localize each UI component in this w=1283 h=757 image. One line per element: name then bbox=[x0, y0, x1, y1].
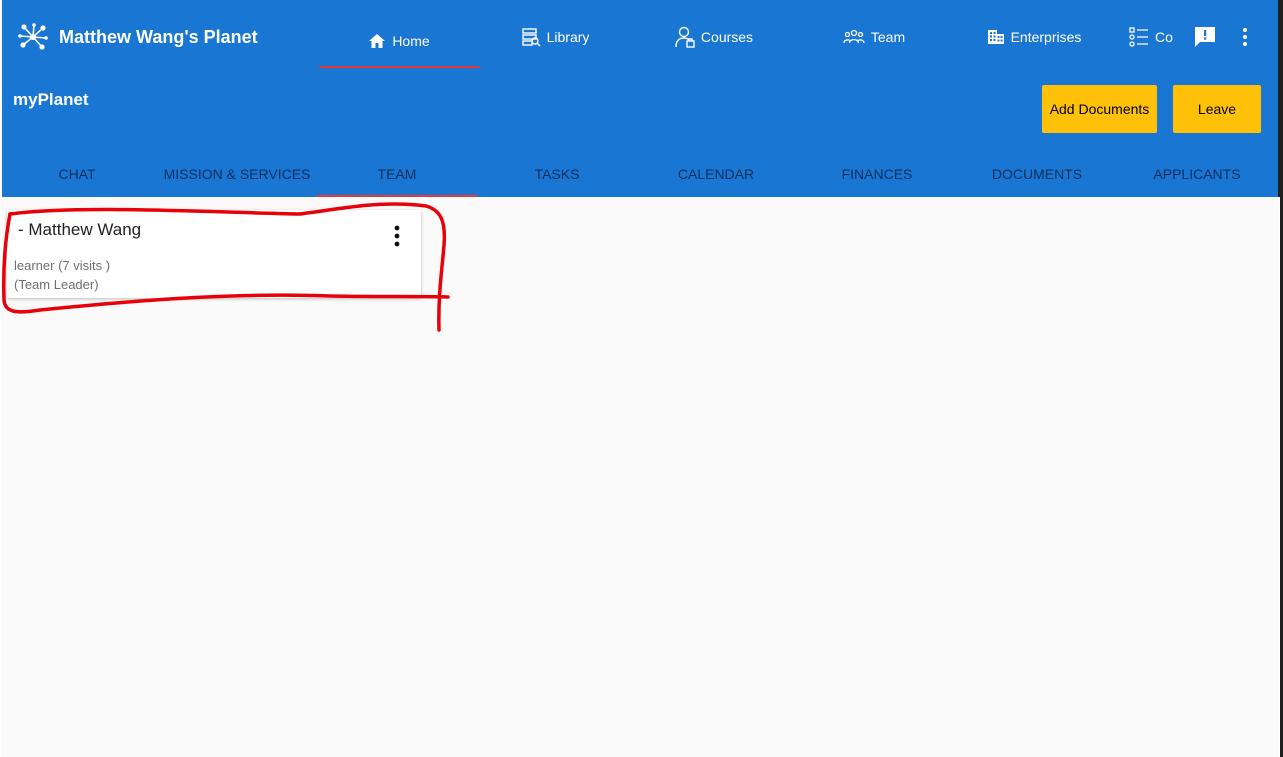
app-window: Matthew Wang's Planet Home Library Cours bbox=[2, 0, 1278, 757]
nav-enterprises-label: Enterprises bbox=[1010, 29, 1082, 45]
nav-home[interactable]: Home bbox=[319, 14, 479, 68]
nav-library[interactable]: Library bbox=[475, 14, 635, 60]
top-app-bar: Matthew Wang's Planet Home Library Cours bbox=[2, 0, 1278, 197]
member-card[interactable]: - Matthew Wang learner (7 visits ) (Team… bbox=[7, 210, 421, 298]
tab-tasks[interactable]: TASKS bbox=[477, 150, 637, 197]
nav-enterprises[interactable]: Enterprises bbox=[954, 14, 1114, 60]
planet-logo-icon bbox=[18, 23, 48, 50]
more-vert-icon[interactable] bbox=[1238, 25, 1252, 49]
library-icon bbox=[521, 28, 541, 47]
member-leader-badge: (Team Leader) bbox=[14, 277, 99, 292]
leave-button[interactable]: Leave bbox=[1173, 85, 1261, 133]
nav-team[interactable]: Team bbox=[794, 14, 954, 60]
tab-finances[interactable]: FINANCES bbox=[797, 150, 957, 197]
nav-team-label: Team bbox=[870, 29, 906, 45]
app-title[interactable]: Matthew Wang's Planet bbox=[59, 27, 258, 48]
team-title: myPlanet bbox=[13, 90, 89, 109]
tab-calendar[interactable]: CALENDAR bbox=[636, 150, 796, 197]
home-icon bbox=[369, 34, 386, 48]
tab-documents[interactable]: DOCUMENTS bbox=[957, 150, 1117, 197]
member-name: - Matthew Wang bbox=[18, 220, 142, 239]
member-more-icon[interactable] bbox=[390, 223, 404, 249]
member-role: learner (7 visits ) bbox=[14, 258, 111, 273]
tab-applicants[interactable]: APPLICANTS bbox=[1117, 150, 1277, 197]
enterprises-icon bbox=[987, 30, 1004, 44]
team-icon bbox=[843, 29, 865, 44]
tab-team[interactable]: TEAM bbox=[317, 150, 477, 197]
nav-community[interactable]: Co bbox=[1129, 14, 1189, 60]
nav-courses-label: Courses bbox=[700, 29, 754, 45]
nav-courses[interactable]: Courses bbox=[634, 14, 794, 60]
courses-icon bbox=[675, 26, 695, 48]
add-documents-button[interactable]: Add Documents bbox=[1042, 85, 1157, 133]
feedback-icon[interactable] bbox=[1192, 25, 1218, 49]
nav-library-label: Library bbox=[546, 29, 590, 45]
nav-community-label: Co bbox=[1155, 29, 1173, 45]
nav-home-label: Home bbox=[392, 33, 430, 49]
tab-chat[interactable]: CHAT bbox=[2, 150, 157, 197]
window-edge bbox=[1278, 0, 1283, 757]
checklist-icon bbox=[1129, 27, 1148, 47]
tab-mission-services[interactable]: MISSION & SERVICES bbox=[157, 150, 317, 197]
